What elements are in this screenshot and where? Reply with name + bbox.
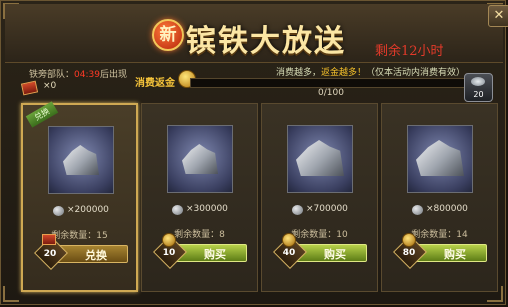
exchange-tag: 兑换 [25,101,59,128]
remaining-stock: 剩余数量：14 [411,230,468,240]
team-appear-text: 铁旁部队：04:39后出现 [29,67,127,80]
remaining-time: 剩余12小时 [375,44,444,59]
team-label-suffix: 后出现 [99,70,127,80]
iron-ore-image [287,125,353,193]
iron-quantity: ×700000 [306,204,348,214]
iron-ore-image [48,126,114,194]
promo-part: （仅本活动内消费有效） [366,68,466,78]
iron-ore-image [167,125,233,193]
qty-row: ×700000 [262,204,377,218]
offer-card[interactable]: ×700000 剩余数量：10 40 购买 [261,103,378,292]
gold-coin-icon [162,233,176,247]
buy-button[interactable]: 10 购买 [153,233,247,269]
ticket-icon [20,80,39,96]
iron-ore-icon [416,140,464,176]
price-value: 80 [402,248,416,258]
iron-ore-icon [63,145,99,175]
rebate-progress-bar [190,78,466,88]
event-title: 镔铁大放送 [186,24,346,59]
iron-ore-image [407,125,473,193]
remaining-stock: 剩余数量：10 [291,230,348,240]
button-label: 兑换 [85,249,107,262]
qty-row: ×200000 [23,205,136,219]
team-label: 铁旁部队： [29,70,75,80]
team-timer: 04:39 [74,70,100,80]
remaining-stock: 剩余数量：8 [174,230,225,240]
price-value: 20 [43,249,57,259]
iron-quantity: ×200000 [67,205,109,215]
iron-icon [412,205,423,215]
buy-button[interactable]: 40 购买 [273,233,367,269]
gold-coin-icon [402,233,416,247]
button-label: 购买 [204,248,226,261]
qty-row: ×800000 [382,204,497,218]
buy-button[interactable]: 80 购买 [393,233,487,269]
info-row: 铁旁部队：04:39后出现 ×0 消费返金 消费越多，返金越多！（仅本活动内消费… [10,64,500,102]
title-bar: 新 镔铁大放送 剩余12小时 ✕ [5,4,508,63]
iron-quantity: ×300000 [186,204,228,214]
close-button[interactable]: ✕ [488,5,508,27]
frame-corner [3,286,19,302]
iron-quantity: ×800000 [426,204,468,214]
reward-count: 20 [473,90,484,99]
iron-icon [172,205,183,215]
reward-silver-button[interactable]: 20 [464,73,493,102]
price-value: 40 [282,248,296,258]
offer-card[interactable]: ×800000 剩余数量：14 80 购买 [381,103,498,292]
offer-card[interactable]: 兑换 ×200000 剩余数量：15 20 兑换 [21,101,138,292]
remaining-stock: 剩余数量：15 [51,231,108,241]
iron-ore-icon [296,140,344,176]
iron-icon [53,206,64,216]
offer-cards: 兑换 ×200000 剩余数量：15 20 兑换 ×300000 剩余数量：8 … [21,101,498,293]
gold-coin-icon [282,233,296,247]
close-icon: ✕ [493,8,505,23]
event-window: 新 镔铁大放送 剩余12小时 ✕ 铁旁部队：04:39后出现 ×0 消费返金 消… [0,0,508,305]
ticket-count: ×0 [43,81,57,91]
promo-text: 消费越多，返金越多！（仅本活动内消费有效） [276,65,465,78]
rebate-progress-text: 0/100 [318,88,344,98]
offer-card[interactable]: ×300000 剩余数量：8 10 购买 [141,103,258,292]
new-badge: 新 [152,19,184,51]
price-value: 10 [162,248,176,258]
consume-rebate-label: 消费返金 [135,78,175,89]
exchange-button[interactable]: 20 兑换 [34,234,128,270]
ticket-icon [42,234,56,245]
qty-row: ×300000 [142,204,257,218]
iron-ore-icon [182,144,218,174]
button-label: 购买 [444,248,466,261]
promo-highlight: 返金越多！ [321,68,367,78]
promo-part: 消费越多， [276,68,322,78]
iron-icon [292,205,303,215]
silver-ingot-icon [471,77,485,86]
button-label: 购买 [324,248,346,261]
